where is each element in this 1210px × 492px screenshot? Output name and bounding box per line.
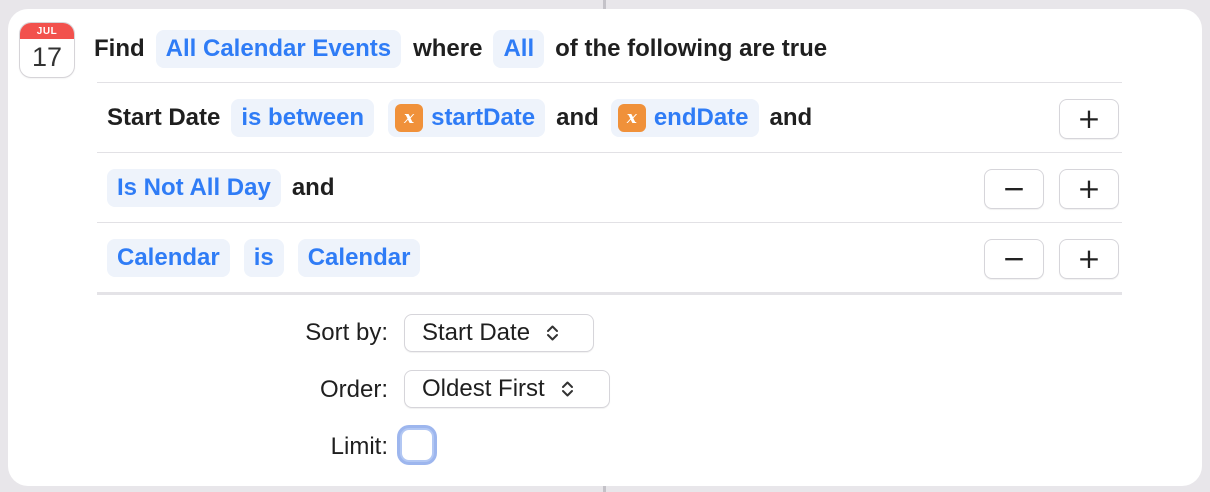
order-label: Order:	[319, 376, 388, 403]
action-header: Find All Calendar Events where All of th…	[94, 29, 827, 69]
order-popup[interactable]: Oldest First	[404, 370, 610, 408]
sort-by-label: Sort by:	[305, 319, 388, 346]
variable-icon: x	[395, 104, 424, 132]
is-operator-token[interactable]: is	[243, 239, 284, 277]
find-label: Find	[94, 35, 145, 62]
find-calendar-events-action: JUL 17 Find All Calendar Events where Al…	[8, 9, 1202, 486]
and-label: and	[291, 174, 335, 201]
limit-checkbox[interactable]	[400, 428, 434, 462]
operator-token[interactable]: is between	[231, 99, 375, 137]
where-label: where	[413, 35, 483, 62]
remove-filter-button[interactable]: −	[984, 169, 1044, 209]
calendar-icon-month: JUL	[20, 23, 74, 39]
end-date-variable-label: endDate	[653, 104, 749, 131]
sort-by-popup[interactable]: Start Date	[404, 314, 594, 352]
order-value: Oldest First	[422, 375, 545, 402]
divider	[97, 152, 1122, 153]
and-label: and	[556, 104, 599, 131]
start-date-variable-label: startDate	[431, 104, 536, 131]
remove-filter-button[interactable]: −	[984, 239, 1044, 279]
all-day-condition-token[interactable]: Is Not All Day	[107, 169, 281, 207]
calendar-value-token[interactable]: Calendar	[297, 239, 421, 277]
header-suffix-label: of the following are true	[555, 35, 828, 62]
entity-token[interactable]: All Calendar Events	[155, 30, 402, 68]
filter-row-calendar: Calendar is Calendar	[107, 239, 421, 277]
filter-row-start-date: Start Date is between x startDate and x …	[107, 99, 812, 137]
end-date-variable-token[interactable]: x endDate	[610, 99, 759, 137]
filter-property-label: Start Date	[107, 104, 221, 131]
start-date-variable-token[interactable]: x startDate	[388, 99, 546, 137]
filter-row-all-day: Is Not All Day and	[107, 169, 334, 207]
divider	[97, 222, 1122, 223]
add-filter-button[interactable]: +	[1059, 239, 1119, 279]
filters-bottom-divider	[97, 292, 1122, 295]
up-down-chevron-icon	[561, 380, 574, 398]
calendar-app-icon: JUL 17	[20, 23, 74, 77]
flow-connector-bottom	[603, 486, 606, 492]
and-label: and	[769, 104, 813, 131]
limit-label: Limit:	[330, 433, 388, 460]
divider	[97, 82, 1122, 83]
calendar-property-token[interactable]: Calendar	[107, 239, 230, 277]
add-filter-button[interactable]: +	[1059, 169, 1119, 209]
calendar-icon-day: 17	[31, 42, 63, 72]
sort-by-value: Start Date	[422, 319, 531, 346]
variable-icon: x	[617, 104, 646, 132]
quantifier-token[interactable]: All	[493, 30, 545, 68]
up-down-chevron-icon	[546, 324, 559, 342]
add-filter-button[interactable]: +	[1059, 99, 1119, 139]
